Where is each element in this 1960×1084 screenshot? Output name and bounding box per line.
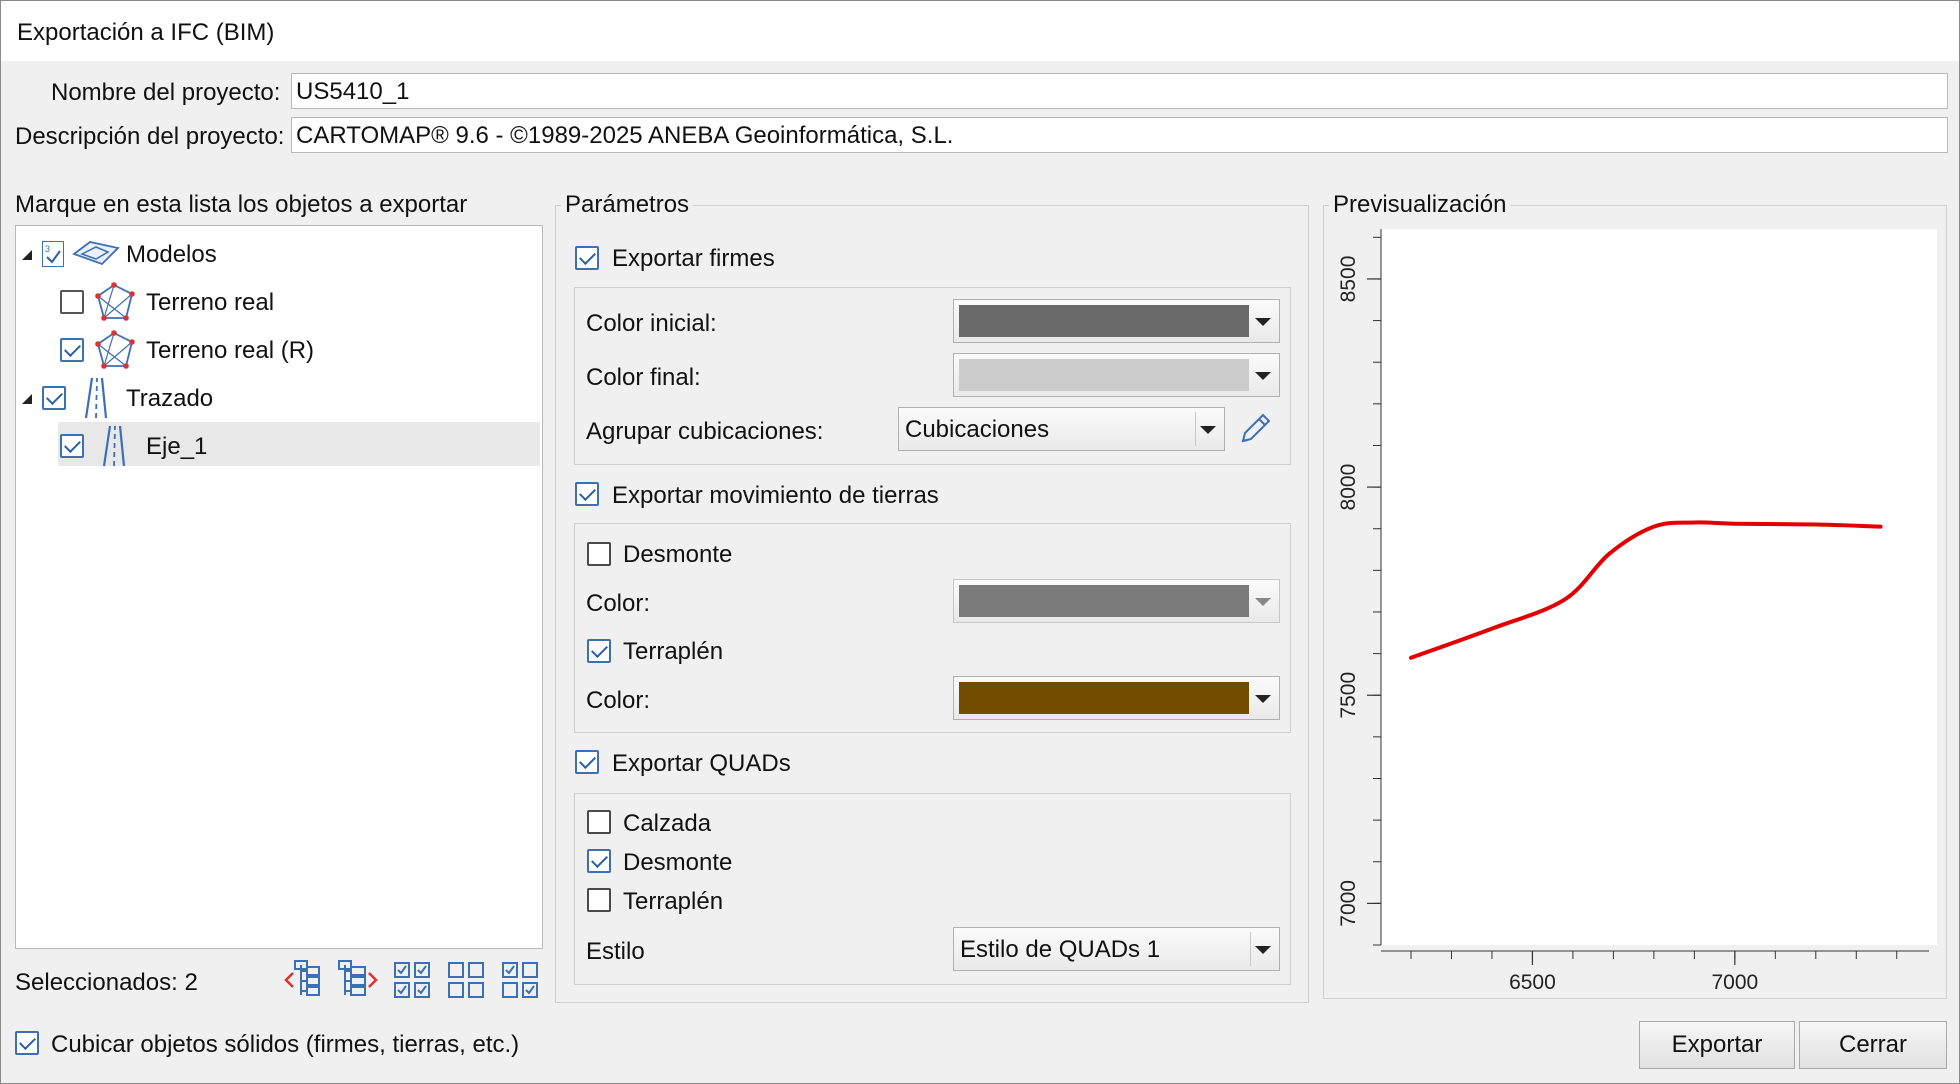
color-swatch <box>959 305 1249 337</box>
checkbox-quads-desmonte[interactable] <box>587 849 611 873</box>
y-tick-label: 7500 <box>1337 672 1360 719</box>
check-all-icon[interactable] <box>393 961 431 1004</box>
cubicar-solidos-label: Cubicar objetos sólidos (firmes, tierras… <box>51 1031 520 1058</box>
collapse-tree-icon[interactable] <box>283 959 323 1006</box>
y-tick-label: 8500 <box>1337 256 1360 303</box>
plot-area <box>1381 229 1937 945</box>
checkbox-trazado[interactable] <box>42 386 66 410</box>
tree-item-trazado[interactable]: Trazado <box>16 376 542 420</box>
terrain-tin-icon <box>92 330 136 377</box>
preview-title: Previsualización <box>1329 191 1511 219</box>
checkbox-exportar-quads[interactable] <box>575 750 599 774</box>
expand-tree-icon[interactable] <box>337 959 381 1006</box>
project-name-input[interactable]: US5410_1 <box>291 73 1948 109</box>
agrupar-cubicaciones-select[interactable]: Cubicaciones <box>898 407 1225 451</box>
color-terraplen-select[interactable] <box>953 676 1280 720</box>
tree-item-terreno-real-r[interactable]: Terreno real (R) <box>16 328 542 372</box>
road-alignment-icon <box>92 424 136 473</box>
desmonte-label: Desmonte <box>623 541 733 568</box>
uncheck-all-icon[interactable] <box>447 961 485 1004</box>
selected-count: Seleccionados: 2 <box>15 969 198 996</box>
checkbox-desmonte[interactable] <box>587 542 611 566</box>
checkbox-calzada[interactable] <box>587 810 611 834</box>
expander-icon[interactable] <box>22 394 32 404</box>
checkbox-eje-1[interactable] <box>60 434 84 458</box>
chevron-down-icon <box>1255 946 1271 954</box>
y-tick-label: 8000 <box>1337 464 1360 511</box>
color-inicial-label: Color inicial: <box>586 310 717 337</box>
project-name-label: Nombre del proyecto: <box>51 79 281 106</box>
title-bar: Exportación a IFC (BIM) <box>1 1 1959 61</box>
color-desmonte-label: Color: <box>586 590 651 617</box>
color-inicial-select[interactable] <box>953 299 1280 343</box>
estilo-label: Estilo <box>586 938 645 965</box>
checkbox-terraplen[interactable] <box>587 639 611 663</box>
edit-pencil-icon[interactable] <box>1237 411 1273 452</box>
objects-tree[interactable]: 3 Modelos Terreno real Terreno real (R) … <box>15 225 543 949</box>
y-tick-label: 7000 <box>1337 880 1360 927</box>
window-title: Exportación a IFC (BIM) <box>17 19 275 46</box>
terrain-tin-icon <box>92 282 136 329</box>
checkbox-exportar-movimiento-tierras[interactable] <box>575 482 599 506</box>
tree-item-eje-1[interactable]: Eje_1 <box>58 422 540 467</box>
estilo-quads-select[interactable]: Estilo de QUADs 1 <box>953 927 1280 971</box>
exportar-movimiento-tierras-label: Exportar movimiento de tierras <box>612 482 939 509</box>
x-tick-label: 6500 <box>1509 971 1556 989</box>
checkbox-quads-terraplen[interactable] <box>587 888 611 912</box>
tree-label: Trazado <box>126 385 214 412</box>
road-alignment-icon <box>74 376 118 425</box>
tree-label: Eje_1 <box>146 433 208 460</box>
color-terraplen-label: Color: <box>586 687 651 714</box>
tree-label: Terreno real <box>146 289 275 316</box>
models-icon <box>72 238 120 273</box>
expander-icon[interactable] <box>22 250 32 260</box>
checkbox-cubicar-solidos[interactable] <box>15 1031 39 1055</box>
color-swatch <box>959 359 1249 391</box>
svg-text:3: 3 <box>45 244 50 254</box>
tree-label: Terreno real (R) <box>146 337 315 364</box>
chevron-down-icon <box>1255 695 1271 703</box>
project-description-input[interactable]: CARTOMAP® 9.6 - ©1989-2025 ANEBA Geoinfo… <box>291 117 1948 153</box>
chevron-down-icon <box>1255 372 1271 380</box>
terraplen-label: Terraplén <box>623 638 724 665</box>
export-ifc-dialog: Exportación a IFC (BIM) Nombre del proye… <box>0 0 1960 1084</box>
tree-item-modelos[interactable]: 3 Modelos <box>16 232 542 276</box>
objects-list-title: Marque en esta lista los objetos a expor… <box>15 191 468 218</box>
close-button[interactable]: Cerrar <box>1799 1021 1947 1069</box>
quads-desmonte-label: Desmonte <box>623 849 733 876</box>
parameters-title: Parámetros <box>561 191 694 219</box>
exportar-firmes-label: Exportar firmes <box>612 245 775 272</box>
tree-label: Modelos <box>126 241 217 268</box>
select-value: Estilo de QUADs 1 <box>960 936 1161 963</box>
color-swatch <box>959 682 1249 714</box>
exportar-quads-label: Exportar QUADs <box>612 750 791 777</box>
x-tick-label: 7000 <box>1711 971 1758 989</box>
color-final-label: Color final: <box>586 364 701 391</box>
checkbox-modelos[interactable]: 3 <box>42 241 64 267</box>
chevron-down-icon <box>1255 318 1271 326</box>
color-desmonte-select[interactable] <box>953 579 1280 623</box>
chevron-down-icon <box>1255 598 1271 606</box>
agrupar-cubicaciones-label: Agrupar cubicaciones: <box>586 418 824 445</box>
calzada-label: Calzada <box>623 810 712 837</box>
chevron-down-icon <box>1200 426 1216 434</box>
color-swatch <box>959 585 1249 617</box>
project-description-label: Descripción del proyecto: <box>15 123 285 150</box>
invert-check-icon[interactable] <box>501 961 539 1004</box>
color-final-select[interactable] <box>953 353 1280 397</box>
checkbox-terreno-real-r[interactable] <box>60 338 84 362</box>
select-value: Cubicaciones <box>905 416 1050 443</box>
divider <box>1250 932 1251 966</box>
checkbox-exportar-firmes[interactable] <box>575 246 599 270</box>
checkbox-terreno-real[interactable] <box>60 290 84 314</box>
profile-preview-chart[interactable]: 7000 7500 8000 8500 6500 7000 <box>1325 219 1945 989</box>
export-button[interactable]: Exportar <box>1639 1021 1795 1069</box>
quads-terraplen-label: Terraplén <box>623 888 724 915</box>
tree-item-terreno-real[interactable]: Terreno real <box>16 280 542 324</box>
divider <box>1195 412 1196 446</box>
